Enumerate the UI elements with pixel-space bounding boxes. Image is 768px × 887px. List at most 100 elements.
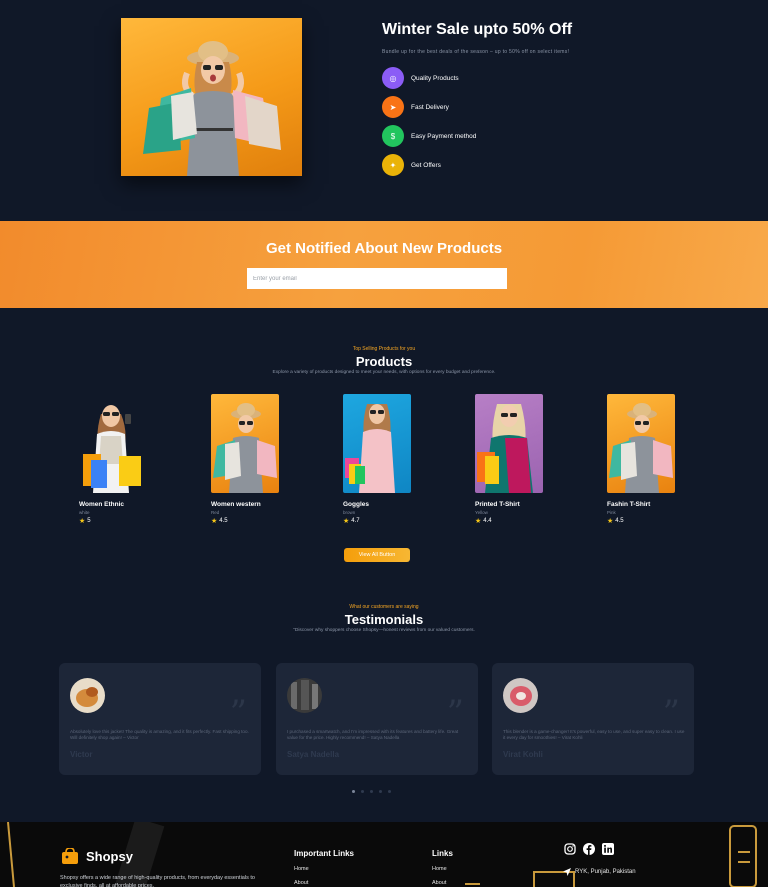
testimonials-description: "Discover why shoppers choose Shopsy—hon… [293,628,475,633]
address-text: RYK, Punjab, Pakistan [575,869,636,875]
product-name: Fashin T-Shirt [607,501,651,508]
product-name: Goggles [343,501,370,508]
carousel-dot[interactable] [352,790,355,793]
footer-link-about[interactable]: About [294,880,308,886]
footer-link-home[interactable]: Home [294,866,309,872]
product-color: Pink [607,510,616,515]
wallet-icon: $ [382,125,404,147]
shopping-bag-icon [62,848,78,864]
brand-name: Shopsy [86,848,133,864]
product-card[interactable]: Women Ethnic white ★ 5 [79,394,159,525]
product-name: Women western [211,501,261,508]
social-links [563,842,614,855]
rating-value: 4.7 [351,518,360,524]
product-image[interactable] [607,394,675,493]
testimonials-subtitle: What our customers are saying [349,604,419,610]
product-card[interactable]: Women western Red ★ 4.5 [211,394,291,525]
important-links-title: Important Links [294,849,355,858]
carousel-dot[interactable] [379,790,382,793]
feature-label: Fast Delivery [411,103,449,111]
footer-link-about[interactable]: About [432,880,446,886]
footer-link-home[interactable]: Home [432,866,447,872]
rating-value: 4.4 [483,518,492,524]
star-icon: ★ [475,518,482,525]
quote-icon: ” [446,693,464,733]
rating-value: 5 [87,518,91,524]
testimonial-card: ” Absolutely love this jacket! The quali… [59,663,261,775]
feature-easy-payment: $ Easy Payment method [382,125,476,147]
newsletter-section: Get Notified About New Products [0,221,768,308]
testimonial-text: Absolutely love this jacket! The quality… [70,729,249,741]
testimonials-title: Testimonials [344,612,424,627]
view-all-button[interactable]: View All Button [344,548,410,562]
products-subtitle: Top Selling Products for you [352,346,416,352]
instagram-icon[interactable] [563,842,576,855]
newsletter-title: Get Notified About New Products [265,240,503,257]
product-color: white [79,510,90,515]
product-image[interactable] [211,394,279,493]
carousel-dot[interactable] [370,790,373,793]
avatar [287,678,322,713]
product-rating: ★ 4.5 [607,517,687,525]
footer-brand[interactable]: Shopsy [60,848,133,864]
testimonial-author: Satya Nadella [287,750,340,759]
product-card[interactable]: Printed T-Shirt Yellow ★ 4.4 [475,394,555,525]
product-image[interactable] [343,394,411,493]
products-title: Products [355,354,413,369]
feature-label: Get Offers [411,161,441,169]
testimonial-text: I purchased a smartwatch, and I'm impres… [287,729,459,741]
footer-address: RYK, Punjab, Pakistan [563,868,636,876]
quote-icon: ” [229,693,247,733]
footer: Shopsy Shopsy offers a wide range of hig… [0,822,768,887]
gift-icon: ✦ [382,154,404,176]
facebook-icon[interactable] [582,842,595,855]
product-name: Women Ethnic [79,501,125,508]
product-rating: ★ 4.7 [343,517,423,525]
product-rating: ★ 4.5 [211,517,291,525]
product-card[interactable]: Goggles brown ★ 4.7 [343,394,423,525]
product-color: Yellow [475,510,488,515]
product-color: Red [211,510,220,515]
rating-value: 4.5 [615,518,624,524]
star-icon: ★ [79,518,86,525]
product-color: brown [343,510,356,515]
testimonial-author: Victor [70,750,93,759]
avatar [503,678,538,713]
feature-get-offers: ✦ Get Offers [382,154,441,176]
rating-value: 4.5 [219,518,228,524]
testimonial-card: ” I purchased a smartwatch, and I'm impr… [276,663,478,775]
quote-icon: ” [662,693,680,733]
feature-label: Quality Products [411,74,459,82]
feature-fast-delivery: ➤ Fast Delivery [382,96,449,118]
star-icon: ★ [343,518,350,525]
sale-description: Bundle up for the best deals of the seas… [382,49,570,55]
testimonial-author: Virat Kohli [503,750,543,759]
product-rating: ★ 4.4 [475,517,555,525]
star-icon: ★ [607,518,614,525]
links-title: Links [432,849,453,858]
feature-quality-products: ◎ Quality Products [382,67,459,89]
product-image[interactable] [79,394,147,493]
email-input[interactable] [247,268,507,289]
badge-icon: ◎ [382,67,404,89]
sale-title: Winter Sale upto 50% Off [382,21,573,38]
truck-icon: ➤ [382,96,404,118]
product-rating: ★ 5 [79,517,159,525]
testimonial-text: This blender is a game-changer! It's pow… [503,729,685,741]
carousel-dot[interactable] [388,790,391,793]
avatar [70,678,105,713]
product-image[interactable] [475,394,543,493]
feature-label: Easy Payment method [411,132,477,140]
star-icon: ★ [211,518,218,525]
products-description: Explore a variety of products designed t… [272,370,496,375]
footer-description: Shopsy offers a wide range of high-quali… [60,875,255,887]
testimonial-card: ” This blender is a game-changer! It's p… [492,663,694,775]
location-arrow-icon [563,868,571,876]
carousel-dots [352,790,391,793]
product-name: Printed T-Shirt [475,501,520,508]
product-card[interactable]: Fashin T-Shirt Pink ★ 4.5 [607,394,687,525]
linkedin-icon[interactable] [601,842,614,855]
carousel-dot[interactable] [361,790,364,793]
winter-sale-section: Winter Sale upto 50% Off Bundle up for t… [0,0,768,221]
sale-banner-image [121,18,302,176]
